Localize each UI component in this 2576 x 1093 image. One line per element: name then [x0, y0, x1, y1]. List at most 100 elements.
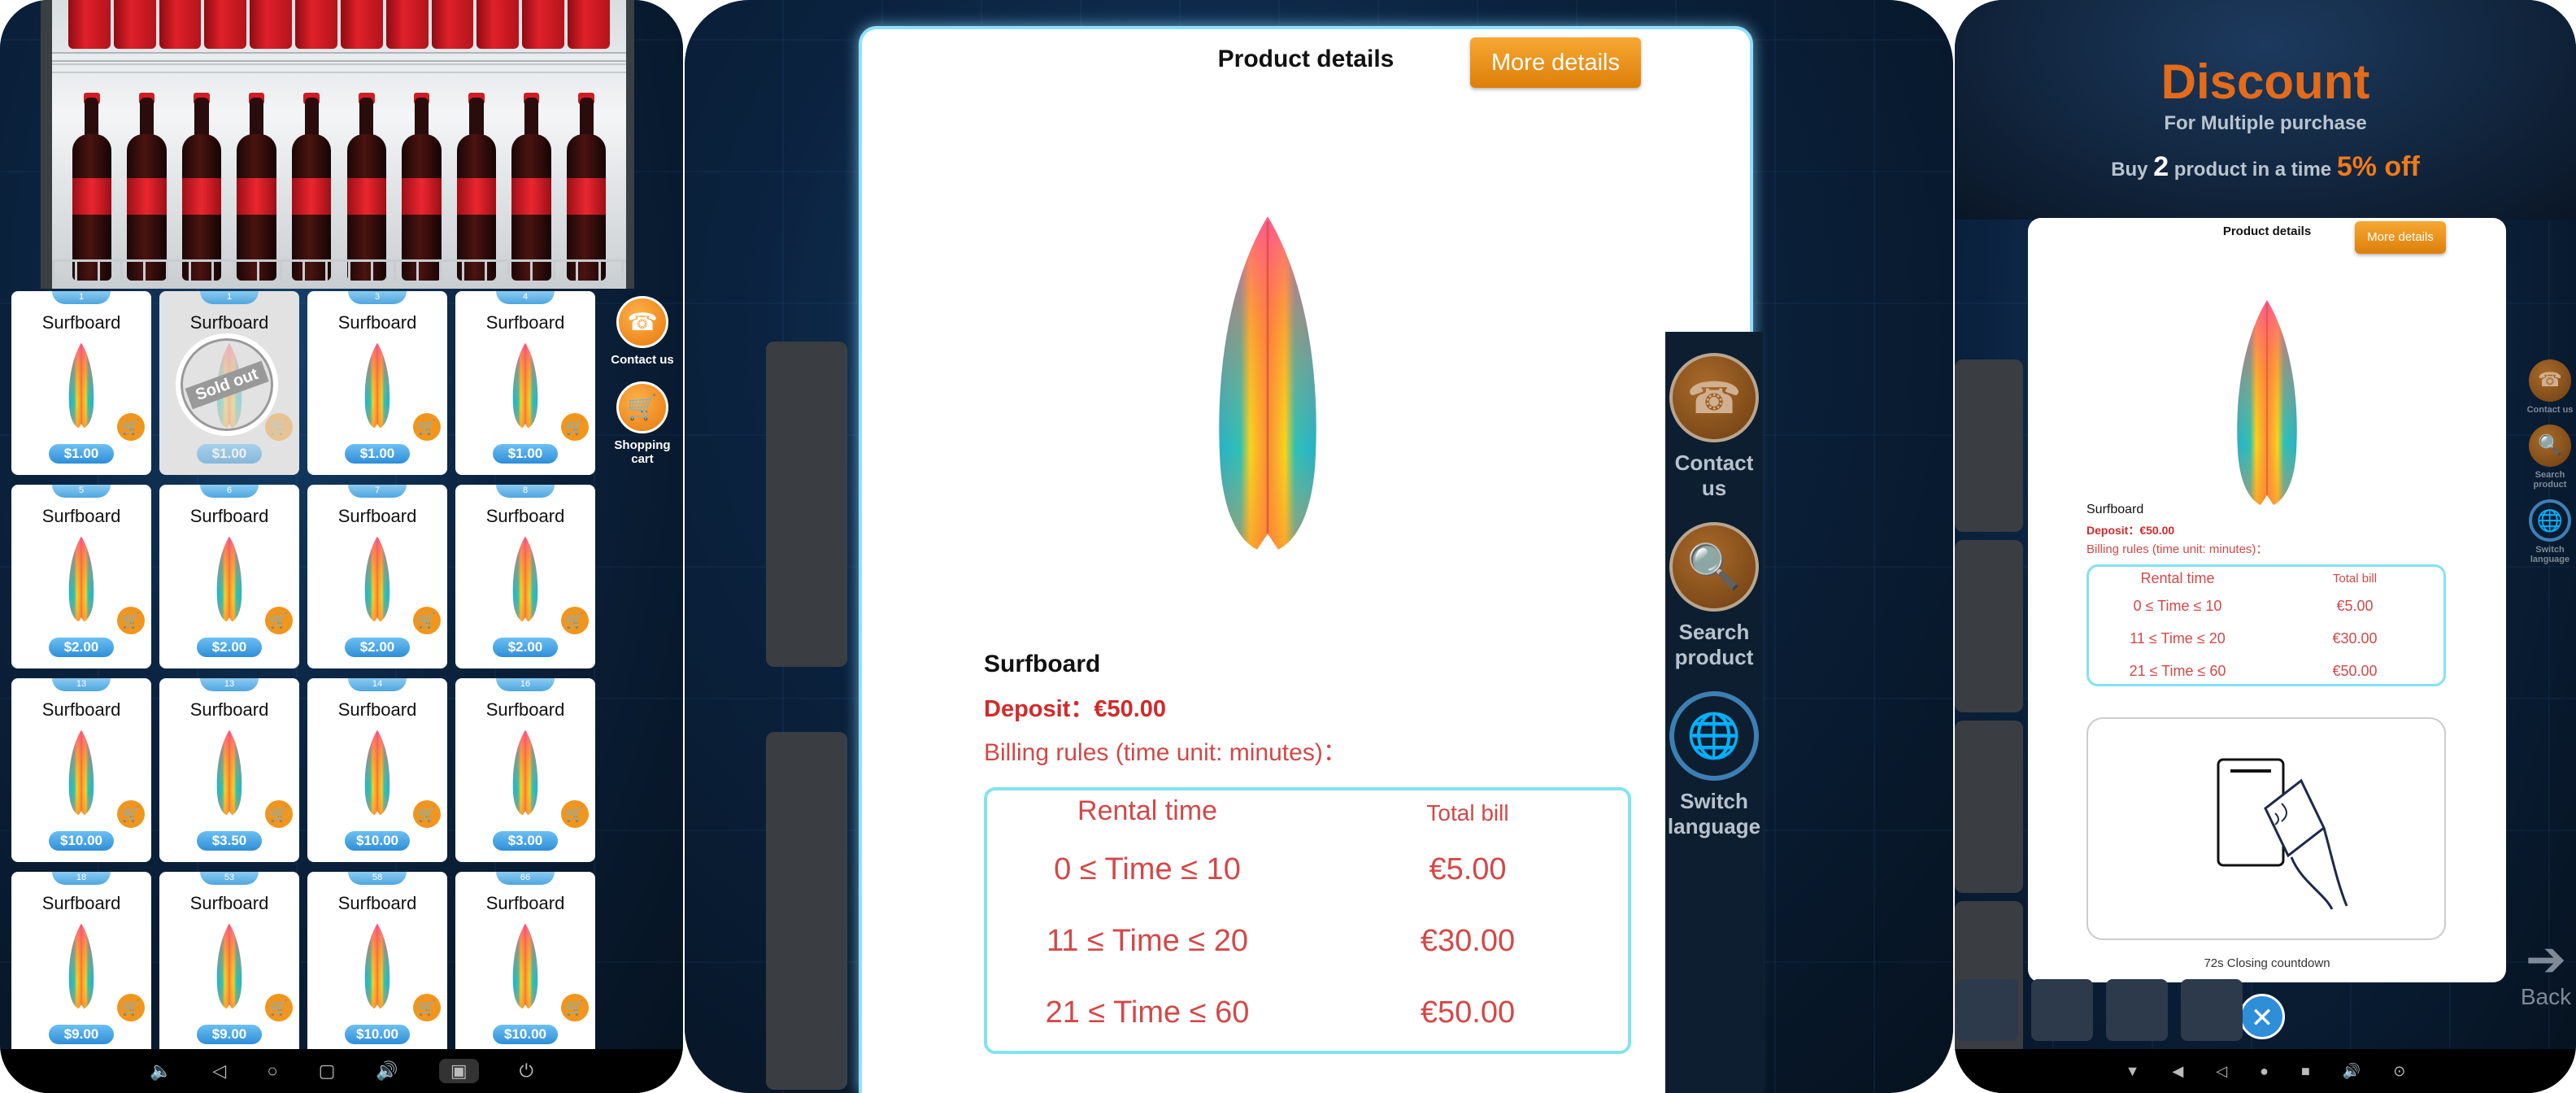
surfboard-image: [512, 729, 538, 816]
product-card[interactable]: 8 Surfboard 🛒 $2.00: [455, 485, 595, 668]
price-tag: $10.00: [345, 1025, 410, 1044]
product-card[interactable]: 18 Surfboard 🛒 $9.00: [11, 872, 151, 1056]
product-card[interactable]: 6 Surfboard 🛒 $2.00: [159, 485, 299, 668]
search-icon[interactable]: 🔍: [2529, 425, 2571, 467]
col-total-bill: Total bill: [1426, 800, 1509, 825]
closing-countdown: 72s Closing countdown: [2204, 956, 2330, 970]
surfboard-image: [68, 536, 94, 622]
billing-rules-text: Billing rules (time unit: minutes)：: [984, 739, 1347, 766]
surfboard-image: [68, 923, 94, 1009]
discount-offer: Buy 2 product in a time 5% off: [2111, 151, 2420, 182]
back-icon[interactable]: ◁: [212, 1060, 226, 1082]
nfc-card-reader-icon: [2217, 758, 2348, 910]
col-rental-time: Rental time: [1077, 795, 1217, 826]
product-name: Surfboard: [337, 699, 417, 720]
slot-number: 66: [496, 872, 555, 885]
product-card[interactable]: 4 Surfboard 🛒 $1.00: [455, 291, 595, 475]
add-to-cart-icon[interactable]: 🛒: [561, 994, 589, 1021]
add-to-cart-icon[interactable]: 🛒: [561, 800, 589, 828]
add-to-cart-icon[interactable]: 🛒: [265, 413, 293, 441]
surfboard-image: [364, 536, 390, 622]
contact-us-label[interactable]: Contact us: [2524, 405, 2576, 415]
recents-icon[interactable]: ■: [2301, 1063, 2310, 1080]
price-tag: $1.00: [493, 444, 558, 464]
slot-number: 8: [496, 485, 555, 498]
product-name: Surfboard: [41, 312, 121, 333]
billing-table: Rental time Total bill 0 ≤ Time ≤ 10 €5.…: [2086, 564, 2446, 686]
back-label: Back: [2520, 984, 2572, 1009]
product-card[interactable]: 53 Surfboard 🛒 $9.00: [159, 872, 299, 1056]
back-button[interactable]: ➔ Back: [2516, 935, 2576, 1010]
surfboard-image: [512, 536, 538, 622]
product-card[interactable]: 66 Surfboard 🛒 $10.00: [455, 872, 595, 1056]
add-to-cart-icon[interactable]: 🛒: [561, 413, 589, 441]
back-icon[interactable]: ◀: [2172, 1063, 2183, 1080]
product-card[interactable]: 1 Surfboard 🛒 $1.00 Sold out: [159, 291, 299, 475]
add-to-cart-icon[interactable]: 🛒: [117, 413, 145, 441]
close-button[interactable]: ✕: [2239, 994, 2285, 1039]
surfboard-image: [512, 342, 538, 429]
product-card[interactable]: 1 Surfboard 🛒 $1.00: [11, 291, 151, 475]
slot-number: 13: [52, 678, 111, 691]
add-to-cart-icon[interactable]: 🛒: [265, 607, 293, 634]
add-to-cart-icon[interactable]: 🛒: [413, 413, 441, 441]
add-to-cart-icon[interactable]: 🛒: [413, 800, 441, 828]
table-cell: 11 ≤ Time ≤ 20: [2130, 630, 2226, 647]
volume-down-icon[interactable]: 🔈: [150, 1060, 172, 1082]
discount-title: Discount: [2160, 54, 2370, 109]
cart-icon[interactable]: 🛒: [616, 381, 668, 433]
contact-us-label: Contact us: [1674, 451, 1754, 500]
add-to-cart-icon[interactable]: 🛒: [117, 800, 145, 828]
contact-us-label[interactable]: Contact us: [607, 353, 678, 367]
add-to-cart-icon[interactable]: 🛒: [413, 994, 441, 1021]
search-product-item[interactable]: 🔍 Search product: [1665, 522, 1763, 670]
product-card[interactable]: 5 Surfboard 🛒 $2.00: [11, 485, 151, 668]
product-name: Surfboard: [41, 506, 121, 526]
add-to-cart-icon[interactable]: 🛒: [265, 800, 293, 828]
product-name: Surfboard: [189, 506, 269, 526]
phone-icon[interactable]: ☎: [616, 296, 668, 348]
more-details-button[interactable]: More details: [2355, 221, 2446, 254]
phone-icon[interactable]: ☎: [2529, 359, 2571, 402]
close-icon: ✕: [2250, 1003, 2274, 1034]
price-tag: $9.00: [49, 1025, 114, 1044]
screenshot-icon[interactable]: ⊙: [2393, 1063, 2405, 1080]
billing-table: Rental time Total bill 0 ≤ Time ≤ 10 €5.…: [984, 787, 1631, 1054]
add-to-cart-icon[interactable]: 🛒: [117, 994, 145, 1021]
product-card[interactable]: 58 Surfboard 🛒 $10.00: [307, 872, 447, 1056]
discount-banner: Discount For Multiple purchase Buy 2 pro…: [1955, 0, 2576, 220]
recents-icon[interactable]: ▢: [319, 1060, 336, 1082]
table-cell: €50.00: [2332, 663, 2378, 679]
product-card[interactable]: 13 Surfboard 🛒 $3.50: [159, 678, 299, 862]
surfboard-image: [364, 729, 390, 816]
product-name: Surfboard: [337, 893, 417, 913]
add-to-cart-icon[interactable]: 🛒: [561, 607, 589, 634]
switch-language-label[interactable]: Switch language: [2524, 545, 2576, 564]
power-icon[interactable]: ⏻: [520, 1060, 533, 1082]
product-card[interactable]: 3 Surfboard 🛒 $1.00: [307, 291, 447, 475]
add-to-cart-icon[interactable]: 🛒: [265, 994, 293, 1021]
switch-language-item[interactable]: 🌐 Switch language: [1665, 691, 1763, 839]
home-icon[interactable]: ●: [2260, 1063, 2269, 1080]
table-cell: €30.00: [2332, 630, 2378, 647]
add-to-cart-icon[interactable]: 🛒: [117, 607, 145, 634]
volume-icon[interactable]: 🔊: [2343, 1063, 2361, 1080]
product-card[interactable]: 13 Surfboard 🛒 $10.00: [11, 678, 151, 862]
price-tag: $10.00: [345, 831, 410, 851]
hide-nav-icon[interactable]: ▼: [2126, 1063, 2140, 1080]
more-details-button[interactable]: More details: [1470, 37, 1641, 88]
product-name: Surfboard: [485, 893, 565, 913]
back-icon[interactable]: ◁: [2216, 1063, 2227, 1080]
product-card[interactable]: 16 Surfboard 🛒 $3.00: [455, 678, 595, 862]
add-to-cart-icon[interactable]: 🛒: [413, 607, 441, 634]
search-product-label[interactable]: Search product: [2524, 470, 2576, 490]
globe-icon[interactable]: 🌐: [2529, 499, 2571, 542]
contact-us-item[interactable]: ☎ Contact us: [1665, 353, 1763, 501]
shopping-cart-label[interactable]: Shopping cart: [607, 438, 678, 466]
volume-up-icon[interactable]: 🔊: [376, 1060, 398, 1082]
product-card[interactable]: 14 Surfboard 🛒 $10.00: [307, 678, 447, 862]
product-details-large: Product details More details Surfboard D…: [685, 0, 1953, 1093]
home-icon[interactable]: ○: [267, 1060, 277, 1082]
screenshot-icon[interactable]: ▣: [438, 1059, 479, 1083]
product-card[interactable]: 7 Surfboard 🛒 $2.00: [307, 485, 447, 668]
